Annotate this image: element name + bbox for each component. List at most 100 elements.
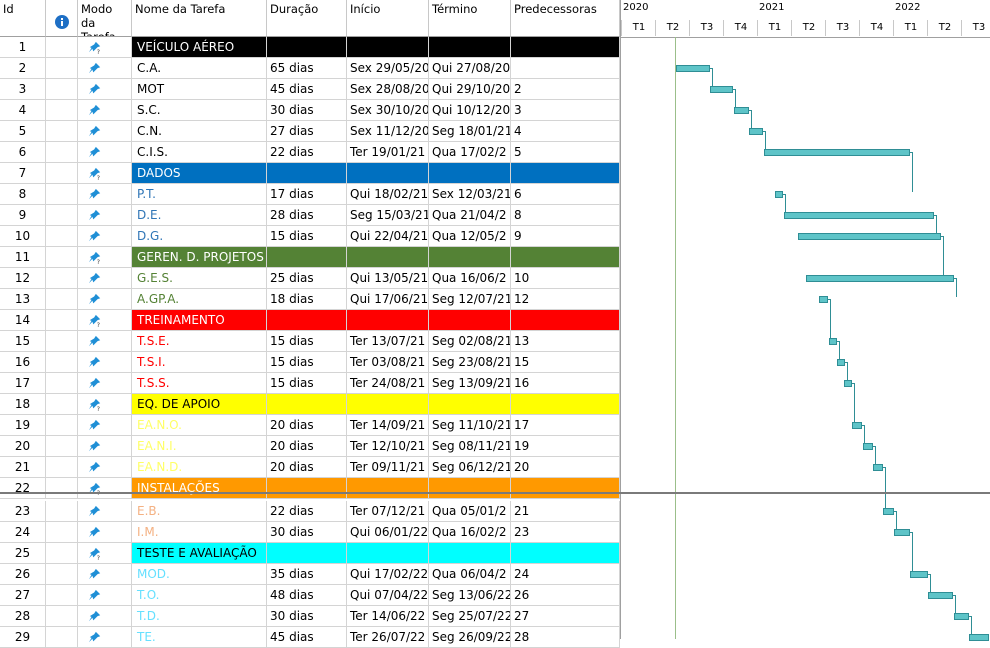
task-mode-cell[interactable] <box>78 268 132 288</box>
task-mode-cell[interactable] <box>78 142 132 162</box>
task-predecessors[interactable]: 23 <box>511 522 620 542</box>
task-name[interactable]: S.C. <box>132 100 267 120</box>
task-finish[interactable]: Qua 17/02/2 <box>429 142 511 162</box>
task-duration[interactable]: 15 dias <box>267 373 347 393</box>
row-info[interactable] <box>46 142 78 162</box>
task-predecessors[interactable] <box>511 163 620 183</box>
task-start[interactable]: Qui 07/04/22 <box>347 585 429 605</box>
task-duration[interactable]: 15 dias <box>267 331 347 351</box>
table-row[interactable]: 9 D.E. 28 dias Seg 15/03/21 Qua 21/04/2 8 <box>0 205 620 226</box>
task-mode-cell[interactable] <box>78 627 132 647</box>
pane-divider[interactable] <box>0 492 990 494</box>
task-finish[interactable] <box>429 543 511 563</box>
row-info[interactable] <box>46 522 78 542</box>
task-start[interactable]: Ter 03/08/21 <box>347 352 429 372</box>
task-mode-cell[interactable]: ? <box>78 478 132 498</box>
table-row[interactable]: 17 T.S.S. 15 dias Ter 24/08/21 Seg 13/09/21 1… <box>0 373 620 394</box>
column-header-predecessors[interactable]: Predecessoras <box>511 0 620 37</box>
task-predecessors[interactable] <box>511 58 620 78</box>
task-mode-cell[interactable] <box>78 352 132 372</box>
table-row[interactable]: 6 C.I.S. 22 dias Ter 19/01/21 Qua 17/02/2 5 <box>0 142 620 163</box>
task-mode-cell[interactable]: ? <box>78 163 132 183</box>
task-start[interactable] <box>347 310 429 330</box>
task-duration[interactable]: 20 dias <box>267 415 347 435</box>
gantt-bar[interactable] <box>969 634 989 641</box>
gantt-bar[interactable] <box>763 149 911 156</box>
row-info[interactable] <box>46 205 78 225</box>
task-duration[interactable] <box>267 37 347 57</box>
task-name[interactable]: D.E. <box>132 205 267 225</box>
task-name[interactable]: C.A. <box>132 58 267 78</box>
task-predecessors[interactable]: 12 <box>511 289 620 309</box>
task-name[interactable]: TESTE E AVALIAÇÃO <box>132 543 267 563</box>
row-id[interactable]: 18 <box>0 394 46 414</box>
task-finish[interactable]: Qua 12/05/2 <box>429 226 511 246</box>
task-finish[interactable] <box>429 247 511 267</box>
task-predecessors[interactable]: 5 <box>511 142 620 162</box>
column-header-duration[interactable]: Duração <box>267 0 347 37</box>
task-mode-cell[interactable] <box>78 226 132 246</box>
row-id[interactable]: 21 <box>0 457 46 477</box>
task-name[interactable]: DADOS <box>132 163 267 183</box>
task-predecessors[interactable] <box>511 37 620 57</box>
task-name[interactable]: GEREN. D. PROJETOS <box>132 247 267 267</box>
task-predecessors[interactable]: 9 <box>511 226 620 246</box>
task-duration[interactable]: 27 dias <box>267 121 347 141</box>
task-mode-cell[interactable] <box>78 585 132 605</box>
table-row[interactable]: 10 D.G. 15 dias Qui 22/04/21 Qua 12/05/2 9 <box>0 226 620 247</box>
task-name[interactable]: T.S.I. <box>132 352 267 372</box>
row-id[interactable]: 17 <box>0 373 46 393</box>
table-row[interactable]: 21 EA.N.D. 20 dias Ter 09/11/21 Seg 06/12/21… <box>0 457 620 478</box>
row-id[interactable]: 28 <box>0 606 46 626</box>
row-info[interactable] <box>46 373 78 393</box>
task-name[interactable]: P.T. <box>132 184 267 204</box>
row-id[interactable]: 22 <box>0 478 46 498</box>
task-duration[interactable] <box>267 394 347 414</box>
row-info[interactable] <box>46 564 78 584</box>
task-start[interactable] <box>347 394 429 414</box>
task-duration[interactable]: 30 dias <box>267 606 347 626</box>
task-name[interactable]: TREINAMENTO <box>132 310 267 330</box>
task-duration[interactable]: 45 dias <box>267 79 347 99</box>
task-finish[interactable] <box>429 310 511 330</box>
task-start[interactable] <box>347 543 429 563</box>
row-info[interactable] <box>46 585 78 605</box>
row-id[interactable]: 1 <box>0 37 46 57</box>
table-row[interactable]: 27 T.O. 48 dias Qui 07/04/22 Seg 13/06/22 26 <box>0 585 620 606</box>
task-duration[interactable]: 17 dias <box>267 184 347 204</box>
task-mode-cell[interactable]: ? <box>78 37 132 57</box>
task-duration[interactable]: 20 dias <box>267 436 347 456</box>
row-info[interactable] <box>46 121 78 141</box>
table-row[interactable]: 15 T.S.E. 15 dias Ter 13/07/21 Seg 02/08/21 1… <box>0 331 620 352</box>
task-start[interactable]: Ter 13/07/21 <box>347 331 429 351</box>
task-start[interactable]: Qui 06/01/22 <box>347 522 429 542</box>
row-id[interactable]: 4 <box>0 100 46 120</box>
task-finish[interactable] <box>429 394 511 414</box>
task-start[interactable]: Qui 13/05/21 <box>347 268 429 288</box>
task-finish[interactable] <box>429 37 511 57</box>
table-row[interactable]: 22?INSTALAÇÕES <box>0 478 620 499</box>
task-finish[interactable]: Qua 16/02/2 <box>429 522 511 542</box>
row-info[interactable] <box>46 247 78 267</box>
task-start[interactable]: Ter 14/09/21 <box>347 415 429 435</box>
gantt-bar[interactable] <box>710 86 734 93</box>
table-row[interactable]: 29 TE. 45 dias Ter 26/07/22 Seg 26/09/22 28 <box>0 627 620 648</box>
task-start[interactable]: Qui 22/04/21 <box>347 226 429 246</box>
row-id[interactable]: 19 <box>0 415 46 435</box>
task-predecessors[interactable]: 21 <box>511 501 620 521</box>
task-start[interactable]: Ter 07/12/21 <box>347 501 429 521</box>
task-start[interactable] <box>347 37 429 57</box>
task-duration[interactable] <box>267 163 347 183</box>
task-mode-cell[interactable] <box>78 564 132 584</box>
task-mode-cell[interactable] <box>78 205 132 225</box>
task-finish[interactable]: Seg 13/09/21 <box>429 373 511 393</box>
row-info[interactable] <box>46 501 78 521</box>
task-start[interactable]: Sex 28/08/20 <box>347 79 429 99</box>
task-mode-cell[interactable] <box>78 79 132 99</box>
row-id[interactable]: 9 <box>0 205 46 225</box>
row-id[interactable]: 8 <box>0 184 46 204</box>
task-finish[interactable]: Seg 23/08/21 <box>429 352 511 372</box>
row-info[interactable] <box>46 627 78 647</box>
task-name[interactable]: I.M. <box>132 522 267 542</box>
task-start[interactable]: Qui 17/06/21 <box>347 289 429 309</box>
